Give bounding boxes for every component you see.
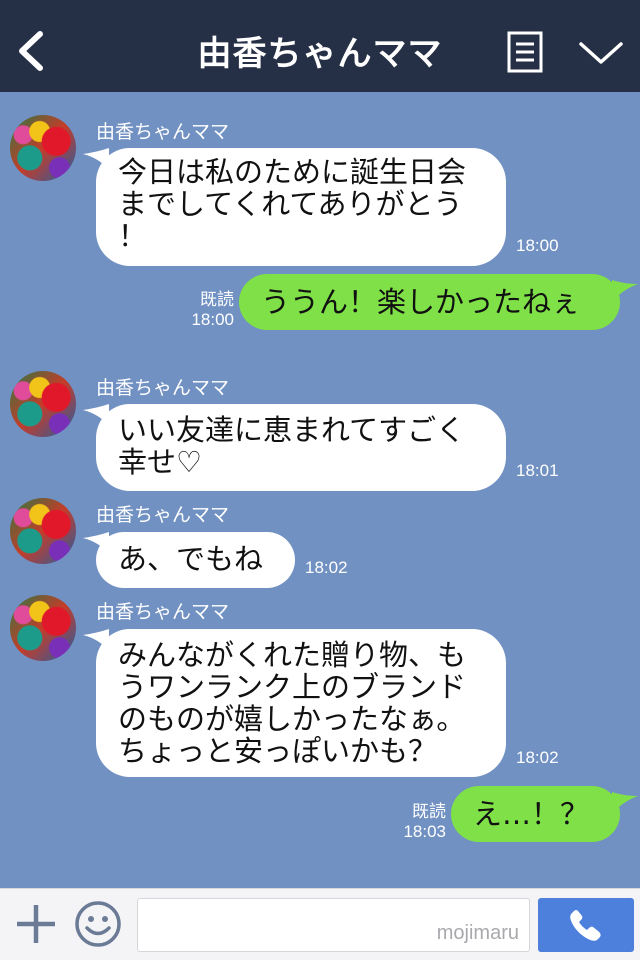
plus-icon[interactable]: [14, 902, 58, 946]
message-time: 18:00: [516, 236, 559, 255]
smiley-icon[interactable]: [74, 900, 122, 948]
read-status: 既読 18:03: [398, 802, 446, 842]
message-line: ううん！楽しかったねぇ: [261, 285, 581, 319]
message-time: 18:02: [516, 748, 559, 767]
call-button[interactable]: [538, 898, 634, 952]
message-line: いい友達に恵まれてすごく: [118, 413, 466, 447]
message-time: 18:00: [191, 310, 234, 329]
message-line: ！: [118, 219, 148, 253]
watermark-text: mojimaru: [436, 922, 519, 944]
avatar[interactable]: [10, 371, 76, 437]
avatar[interactable]: [10, 115, 76, 181]
chevron-down-icon[interactable]: [578, 36, 624, 68]
read-label: 既読: [200, 290, 234, 309]
message-line: あ、でもね: [118, 542, 264, 576]
message-bubble[interactable]: え…！？: [451, 786, 620, 842]
message-bubble[interactable]: みんながくれた贈り物、も うワンランク上のブランド のものが嬉しかったなぁ。 ち…: [96, 629, 506, 777]
message-bubble[interactable]: あ、でもね: [96, 532, 295, 588]
avatar[interactable]: [10, 595, 76, 661]
avatar[interactable]: [10, 498, 76, 564]
chat-header: 由香ちゃんママ: [0, 0, 640, 92]
bubble-tail: [612, 792, 638, 814]
message-line: 今日は私のために誕生日会: [118, 155, 467, 189]
sender-name: 由香ちゃんママ: [96, 505, 230, 526]
message-footer: mojimaru: [0, 888, 640, 960]
message-bubble[interactable]: 今日は私のために誕生日会 までしてくれてありがとう ！: [96, 148, 506, 266]
sender-name: 由香ちゃんママ: [96, 378, 230, 399]
message-line: ちょっと安っぽいかも？: [118, 734, 438, 768]
message-line: 幸せ♡: [118, 445, 202, 479]
message-line: みんながくれた贈り物、も: [118, 638, 467, 672]
message-line: のものが嬉しかったなぁ。: [118, 702, 466, 736]
chat-title: 由香ちゃんママ: [197, 34, 443, 74]
sender-name: 由香ちゃんママ: [96, 122, 230, 143]
message-bubble[interactable]: ううん！楽しかったねぇ: [239, 274, 620, 330]
message-time: 18:02: [305, 558, 348, 577]
message-bubble[interactable]: いい友達に恵まれてすごく 幸せ♡: [96, 404, 506, 491]
read-status: 既読 18:00: [186, 290, 234, 330]
message-line: え…！？: [473, 797, 590, 831]
message-time: 18:03: [403, 822, 446, 841]
read-label: 既読: [412, 802, 446, 821]
list-icon[interactable]: [507, 31, 543, 73]
message-line: うワンランク上のブランド: [118, 670, 467, 704]
message-time: 18:01: [516, 461, 559, 480]
sender-name: 由香ちゃんママ: [96, 602, 230, 623]
message-input[interactable]: mojimaru: [137, 898, 530, 952]
chat-area[interactable]: 由香ちゃんママ 今日は私のために誕生日会 までしてくれてありがとう ！ 18:0…: [0, 92, 640, 888]
message-line: までしてくれてありがとう: [118, 187, 463, 221]
phone-icon: [570, 910, 601, 941]
bubble-tail: [612, 280, 638, 302]
back-icon[interactable]: [14, 30, 48, 72]
